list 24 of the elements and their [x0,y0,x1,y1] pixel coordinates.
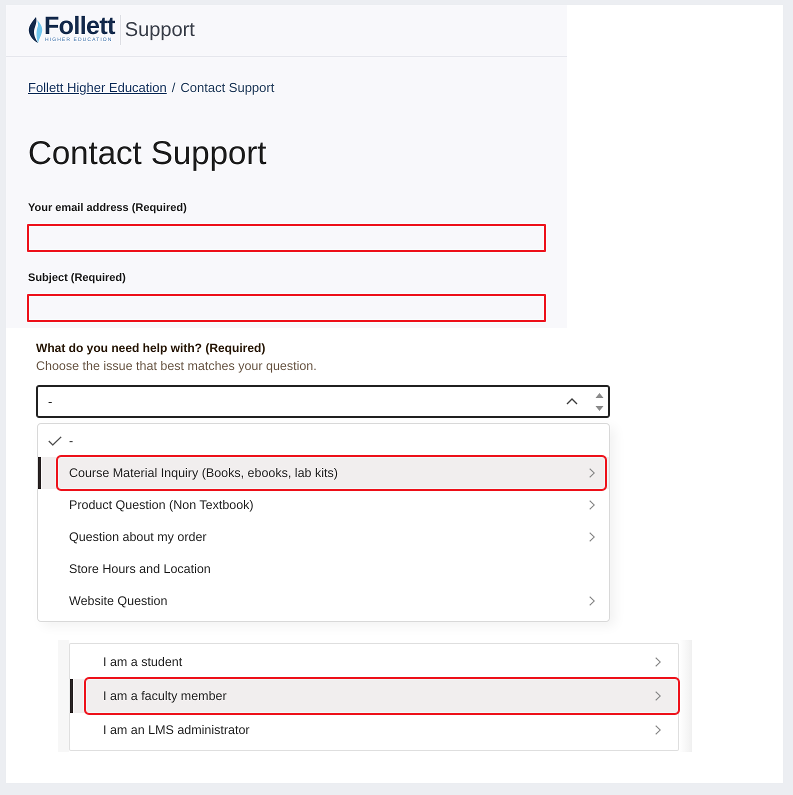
breadcrumb-separator: / [172,80,176,95]
menu-option[interactable]: I am an LMS administrator [70,713,678,747]
menu-option[interactable]: I am a faculty member [70,679,678,713]
menu-option[interactable]: Product Question (Non Textbook) [38,489,609,521]
field-label: Your email address (Required) [28,201,187,215]
menu-option[interactable]: I am a student [70,645,678,679]
menu-option[interactable]: Website Question [38,585,609,617]
logo-wordmark: Follett [44,16,115,37]
page-title: Contact Support [28,133,266,173]
spinner-icon[interactable] [595,392,604,412]
menu-option[interactable]: - [38,425,609,457]
current-page-text: Contact Support [180,80,274,95]
select-hint: Choose the issue that best matches your question. [36,359,317,373]
select-field[interactable]: - [36,385,610,418]
input-field[interactable] [27,294,546,322]
menu-option[interactable]: Course Material Inquiry (Books, ebooks, lab kits) [38,457,609,489]
menu-option[interactable]: Question about my order [38,521,609,553]
logo-icon [28,16,43,42]
select-label: What do you need help with? (Required) [36,341,266,355]
input-field[interactable] [27,224,546,252]
menu-option[interactable]: Store Hours and Location [38,553,609,585]
field-label: Subject (Required) [28,271,126,285]
breadcrumb-link[interactable]: Follett Higher Education [28,80,167,95]
header-title: Support [124,18,195,42]
